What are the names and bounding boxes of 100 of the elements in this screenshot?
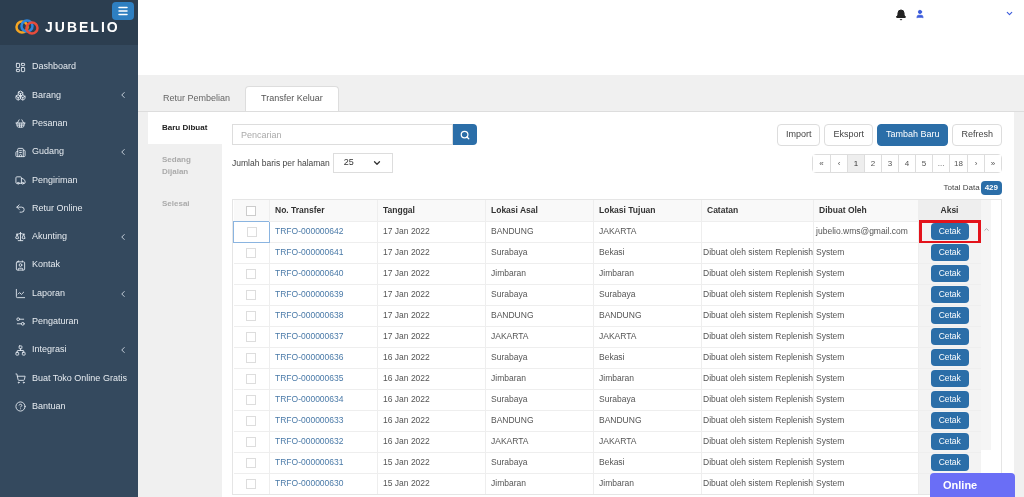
row-checkbox[interactable]	[246, 479, 257, 490]
transfer-link[interactable]: TRFO-000000636	[275, 352, 344, 363]
sidebar-item[interactable]: Pesanan	[0, 109, 138, 138]
bell-icon[interactable]	[895, 9, 907, 21]
print-button[interactable]: Cetak	[930, 391, 969, 408]
print-button[interactable]: Cetak	[930, 349, 969, 366]
help-icon	[15, 401, 26, 413]
search-button[interactable]	[453, 124, 477, 145]
print-button[interactable]: Cetak	[930, 433, 969, 450]
print-button[interactable]: Cetak	[930, 286, 969, 303]
action-button[interactable]: Tambah Baru	[876, 124, 949, 146]
transfer-link[interactable]: TRFO-000000639	[275, 289, 344, 300]
row-checkbox[interactable]	[246, 457, 257, 468]
transfer-link[interactable]: TRFO-000000634	[275, 394, 344, 405]
row-checkbox[interactable]	[246, 352, 257, 363]
transfer-link[interactable]: TRFO-000000633	[275, 415, 344, 426]
print-button[interactable]: Cetak	[930, 223, 969, 240]
row-checkbox[interactable]	[246, 268, 257, 279]
table-cell: Dibuat oleh sistem Replenish	[702, 352, 814, 363]
scroll-up-icon[interactable]	[982, 226, 990, 233]
transfer-link[interactable]: TRFO-000000632	[275, 436, 344, 447]
sidebar-item[interactable]: Akunting	[0, 222, 138, 252]
row-checkbox[interactable]	[246, 247, 257, 258]
sidebar-item[interactable]: Buat Toko Online Gratis	[0, 364, 138, 393]
chevron-icon	[118, 345, 128, 356]
transfer-link[interactable]: TRFO-000000630	[275, 478, 344, 489]
table-cell: Bekasi	[593, 242, 702, 263]
page-button[interactable]: »	[984, 155, 1001, 172]
table-cell: 17 Jan 2022	[377, 263, 486, 284]
menu-button[interactable]	[112, 2, 134, 20]
table-cell: Jimbaran	[485, 263, 594, 284]
tab[interactable]: Retur Pembelian	[148, 86, 246, 111]
sidebar-item[interactable]: Integrasi	[0, 335, 138, 365]
table-cell: 17 Jan 2022	[377, 326, 486, 347]
row-checkbox[interactable]	[246, 373, 257, 384]
table-cell: jubelio.wms@gmail.com	[813, 221, 919, 242]
table-cell: Dibuat oleh sistem Replenish	[702, 310, 814, 321]
print-button[interactable]: Cetak	[930, 412, 969, 429]
table-cell: Dibuat oleh sistem Replenish	[702, 373, 814, 384]
page-button[interactable]: 1	[847, 155, 865, 172]
transfer-link[interactable]: TRFO-000000640	[275, 268, 344, 279]
row-checkbox[interactable]	[246, 394, 257, 405]
print-button[interactable]: Cetak	[930, 454, 969, 471]
transfer-link[interactable]: TRFO-000000637	[275, 331, 344, 342]
action-button[interactable]: Import	[776, 124, 821, 146]
print-button[interactable]: Cetak	[930, 244, 969, 261]
search-field[interactable]: Pencarian	[232, 124, 453, 145]
scrollbar[interactable]	[981, 200, 991, 450]
table-cell: Dibuat oleh sistem Replenish	[702, 478, 814, 489]
transfer-link[interactable]: TRFO-000000631	[275, 457, 344, 468]
cart-icon	[15, 372, 26, 384]
transfer-link[interactable]: TRFO-000000642	[275, 226, 344, 237]
table-cell: Jimbaran	[593, 368, 702, 389]
row-checkbox[interactable]	[246, 289, 257, 300]
table-cell: Dibuat oleh sistem Replenish	[702, 289, 814, 300]
row-checkbox[interactable]	[246, 331, 257, 342]
table-cell: Surabaya	[485, 347, 594, 368]
print-button[interactable]: Cetak	[930, 307, 969, 324]
print-button[interactable]: Cetak	[930, 370, 969, 387]
tab[interactable]: Transfer Keluar	[245, 86, 339, 111]
table-cell: 16 Jan 2022	[377, 347, 486, 368]
table-cell: Bekasi	[593, 452, 702, 473]
print-button[interactable]: Cetak	[930, 328, 969, 345]
table-cell: JAKARTA	[485, 431, 594, 452]
user-icon[interactable]	[915, 9, 925, 19]
table-cell: Dibuat oleh sistem Replenish	[702, 268, 814, 279]
sidebar-item[interactable]: Bantuan	[0, 392, 138, 421]
sidebar-item[interactable]: Dashboard	[0, 53, 138, 82]
chat-button[interactable]: Online	[930, 473, 1015, 497]
sidebar-item[interactable]: Pengaturan	[0, 307, 138, 336]
column-header: Catatan	[701, 200, 814, 221]
total-count: 429	[980, 181, 1002, 195]
sidebar-item[interactable]: Pengiriman	[0, 166, 138, 195]
table-cell: JAKARTA	[593, 221, 702, 242]
row-checkbox[interactable]	[246, 436, 257, 447]
action-button[interactable]: Eksport	[824, 124, 873, 146]
print-button[interactable]: Cetak	[930, 265, 969, 282]
row-checkbox[interactable]	[246, 310, 257, 321]
sidebar-item[interactable]: Barang	[0, 81, 138, 110]
column-header: Lokasi Tujuan	[593, 200, 702, 221]
sidebar-item[interactable]: Laporan	[0, 279, 138, 308]
table-cell: Dibuat oleh sistem Replenish	[702, 247, 814, 258]
sidebar-item[interactable]: Retur Online	[0, 194, 138, 223]
chevron-icon	[118, 90, 128, 101]
table-cell: System	[813, 242, 919, 263]
caret-icon[interactable]	[1005, 9, 1014, 18]
transfer-link[interactable]: TRFO-000000641	[275, 247, 344, 258]
page-size-select[interactable]: 25	[332, 153, 393, 173]
row-checkbox[interactable]	[246, 226, 257, 237]
table-cell: System	[813, 326, 919, 347]
sidebar-item[interactable]: Gudang	[0, 137, 138, 167]
select-all-checkbox[interactable]	[246, 205, 257, 216]
row-checkbox[interactable]	[246, 415, 257, 426]
status-tab[interactable]: Baru Dibuat	[148, 112, 222, 144]
sidebar-item[interactable]: Kontak	[0, 251, 138, 280]
transfer-link[interactable]: TRFO-000000638	[275, 310, 344, 321]
transfer-link[interactable]: TRFO-000000635	[275, 373, 344, 384]
table-cell: JAKARTA	[593, 326, 702, 347]
table-cell: System	[813, 431, 919, 452]
action-button[interactable]: Refresh	[952, 124, 1002, 146]
